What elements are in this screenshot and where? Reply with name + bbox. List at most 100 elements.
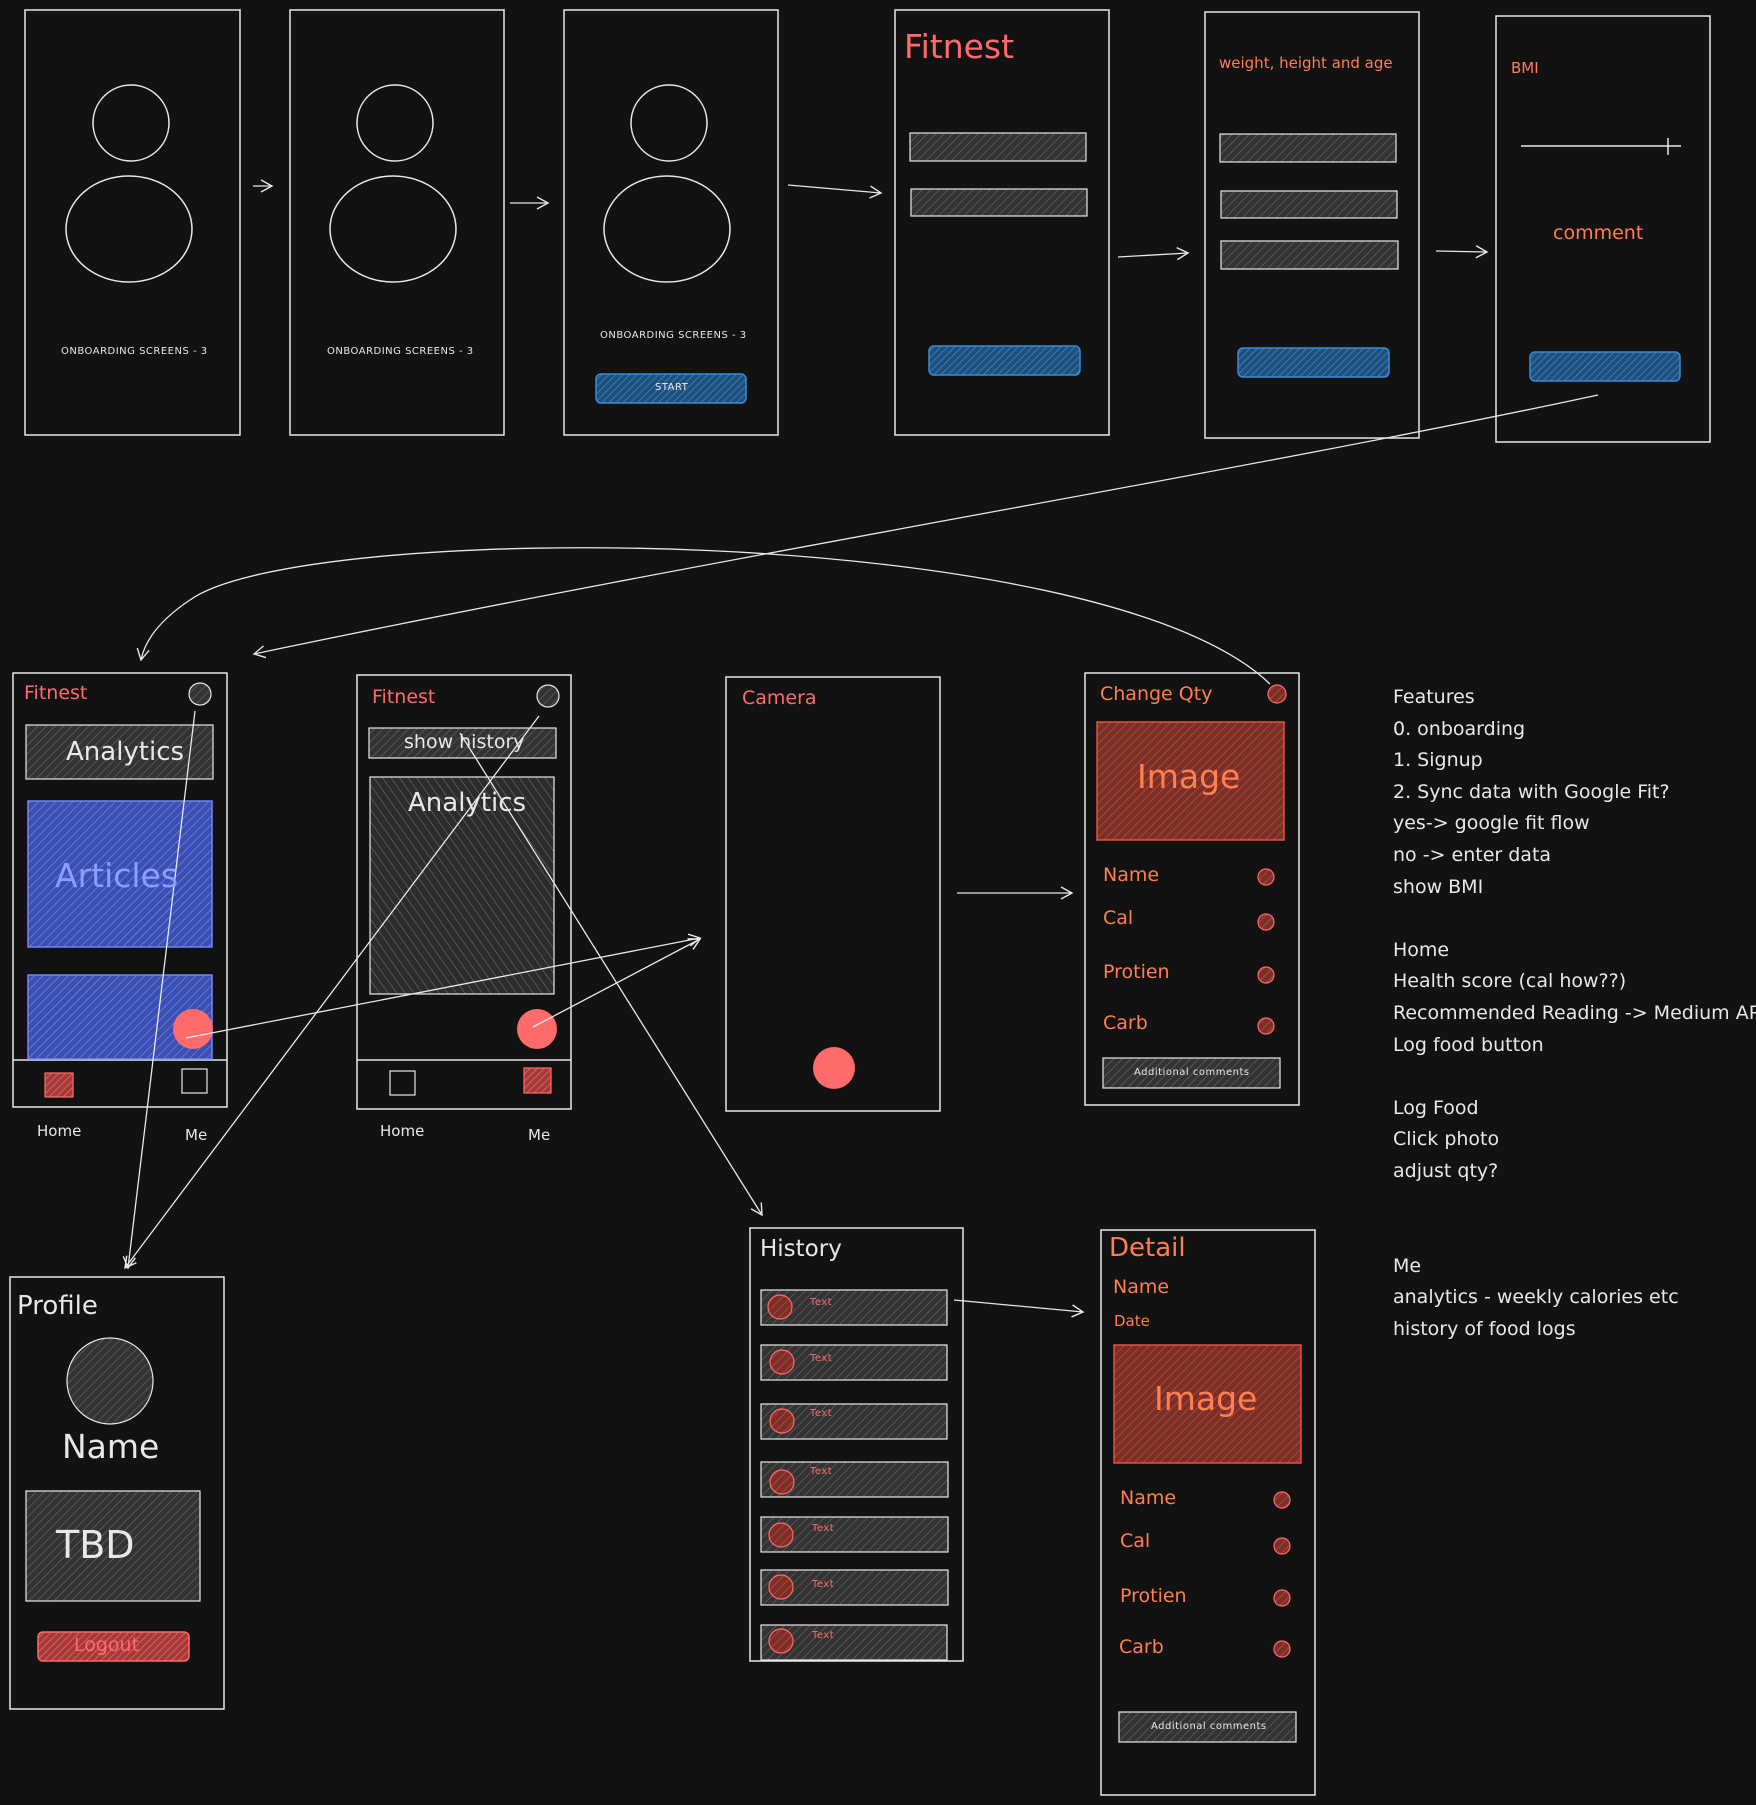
history-item-icon-4 xyxy=(769,1469,795,1495)
detail-field-carb: Carb xyxy=(1119,1636,1164,1658)
note-home-title: Home xyxy=(1393,938,1450,961)
detail-field-name: Name xyxy=(1120,1487,1177,1509)
me-nav-home-icon xyxy=(389,1070,416,1096)
change-qty-field-cal: Cal xyxy=(1103,907,1134,929)
signup-input-2 xyxy=(910,188,1088,217)
profile-title: Profile xyxy=(17,1291,98,1321)
bmi-continue-button xyxy=(1529,351,1681,382)
note-feature-line: show BMI xyxy=(1393,875,1484,898)
history-item-text-3[interactable]: Text xyxy=(810,1409,832,1419)
change-qty-cal-edit-icon xyxy=(1257,913,1275,931)
note-log-food-line: Click photo xyxy=(1393,1128,1500,1151)
body-data-submit-button xyxy=(1237,347,1390,378)
detail-title: Detail xyxy=(1109,1233,1186,1263)
change-qty-title: Change Qty xyxy=(1100,683,1213,705)
onboarding-2-head-circle xyxy=(356,84,434,162)
history-title: History xyxy=(760,1236,842,1262)
note-features-title: Features xyxy=(1393,686,1475,708)
bmi-comment: comment xyxy=(1553,222,1644,244)
show-history-button[interactable]: show history xyxy=(404,733,525,752)
profile-avatar-icon xyxy=(66,1337,154,1425)
body-input-height xyxy=(1220,190,1398,219)
history-item-text-5[interactable]: Text xyxy=(812,1524,834,1534)
change-qty-protien-edit-icon xyxy=(1257,966,1275,984)
signup-title: Fitnest xyxy=(904,27,1015,66)
history-item-icon-3 xyxy=(769,1408,795,1434)
history-item-icon-6 xyxy=(768,1574,794,1600)
history-item-icon-7 xyxy=(768,1628,794,1654)
onboarding-1-body-circle xyxy=(65,175,193,283)
camera-title: Camera xyxy=(742,687,817,709)
home-articles-label[interactable]: Articles xyxy=(55,859,178,892)
note-log-food-line: adjust qty? xyxy=(1393,1159,1499,1182)
change-qty-carb-edit-icon xyxy=(1257,1017,1275,1035)
change-qty-field-protien: Protien xyxy=(1103,961,1170,983)
me-analytics-label: Analytics xyxy=(408,788,527,818)
change-qty-field-name: Name xyxy=(1103,864,1160,886)
me-avatar-icon xyxy=(536,684,560,708)
camera-shutter-button xyxy=(813,1047,855,1089)
home-nav-home-icon xyxy=(44,1072,74,1098)
history-item-text-4[interactable]: Text xyxy=(810,1467,832,1477)
body-input-age xyxy=(1220,240,1399,270)
history-item-text-1[interactable]: Text xyxy=(810,1298,832,1308)
signup-submit-button xyxy=(928,345,1081,376)
history-item-icon-2 xyxy=(769,1349,795,1375)
change-qty-comments[interactable]: Additional comments xyxy=(1134,1068,1250,1078)
onboarding-3-caption: ONBOARDING SCREENS - 3 xyxy=(600,330,747,341)
change-qty-name-edit-icon xyxy=(1257,868,1275,886)
note-home-line: Recommended Reading -> Medium API xyxy=(1393,1001,1756,1024)
profile-name: Name xyxy=(62,1427,160,1466)
detail-image-label: Image xyxy=(1154,1379,1258,1418)
history-item-icon-1 xyxy=(767,1294,793,1320)
detail-comments: Additional comments xyxy=(1151,1721,1267,1732)
detail-name-icon xyxy=(1273,1491,1291,1509)
onboarding-frame-1 xyxy=(24,9,241,436)
me-nav-home-label[interactable]: Home xyxy=(380,1124,424,1139)
start-button-label[interactable]: START xyxy=(655,383,688,393)
note-log-food-title: Log Food xyxy=(1393,1096,1479,1119)
wireframe-canvas: { "onboarding": { "screen1_caption": "ON… xyxy=(0,0,1756,1805)
onboarding-2-body-circle xyxy=(329,175,457,283)
note-feature-line: no -> enter data xyxy=(1393,843,1552,866)
home-title: Fitnest xyxy=(24,682,88,704)
me-title: Fitnest xyxy=(372,686,436,708)
home-nav-me-icon xyxy=(181,1068,208,1094)
me-nav-me-icon xyxy=(523,1067,552,1094)
detail-carb-icon xyxy=(1273,1640,1291,1658)
note-feature-line: yes-> google fit flow xyxy=(1393,812,1590,835)
onboarding-2-caption: ONBOARDING SCREENS - 3 xyxy=(327,346,474,357)
history-item-text-2[interactable]: Text xyxy=(810,1354,832,1364)
body-data-title: weight, height and age xyxy=(1219,54,1393,72)
profile-tbd: TBD xyxy=(56,1523,135,1567)
detail-field-protien: Protien xyxy=(1120,1585,1187,1607)
onboarding-1-caption: ONBOARDING SCREENS - 3 xyxy=(61,346,208,357)
home-nav-home-label[interactable]: Home xyxy=(37,1124,81,1139)
note-feature-line: 1. Signup xyxy=(1393,749,1483,772)
home-analytics-label[interactable]: Analytics xyxy=(66,739,184,765)
detail-name: Name xyxy=(1113,1276,1170,1298)
logout-label[interactable]: Logout xyxy=(74,1636,139,1655)
history-item-text-6[interactable]: Text xyxy=(812,1580,834,1590)
bmi-title: BMI xyxy=(1511,59,1539,77)
detail-field-cal: Cal xyxy=(1120,1530,1151,1552)
me-log-food-fab xyxy=(517,1009,557,1049)
history-item-icon-5 xyxy=(768,1522,794,1548)
note-me-line: history of food logs xyxy=(1393,1317,1576,1340)
onboarding-frame-2 xyxy=(289,9,505,436)
me-nav-me-label[interactable]: Me xyxy=(528,1128,550,1143)
home-nav-me-label[interactable]: Me xyxy=(185,1128,207,1143)
note-home-line: Health score (cal how??) xyxy=(1393,970,1627,993)
feature-notes: Features 0. onboarding 1. Signup 2. Sync… xyxy=(1393,682,1756,1345)
note-feature-line: 0. onboarding xyxy=(1393,717,1526,740)
home-log-food-fab xyxy=(173,1009,213,1049)
note-me-title: Me xyxy=(1393,1254,1422,1277)
history-item-text-7[interactable]: Text xyxy=(812,1631,834,1641)
detail-protien-icon xyxy=(1273,1589,1291,1607)
change-qty-close-icon xyxy=(1267,684,1287,704)
body-input-weight xyxy=(1219,133,1397,163)
detail-cal-icon xyxy=(1273,1537,1291,1555)
detail-date: Date xyxy=(1114,1312,1150,1330)
onboarding-3-body-circle xyxy=(603,175,731,283)
onboarding-1-head-circle xyxy=(92,84,170,162)
